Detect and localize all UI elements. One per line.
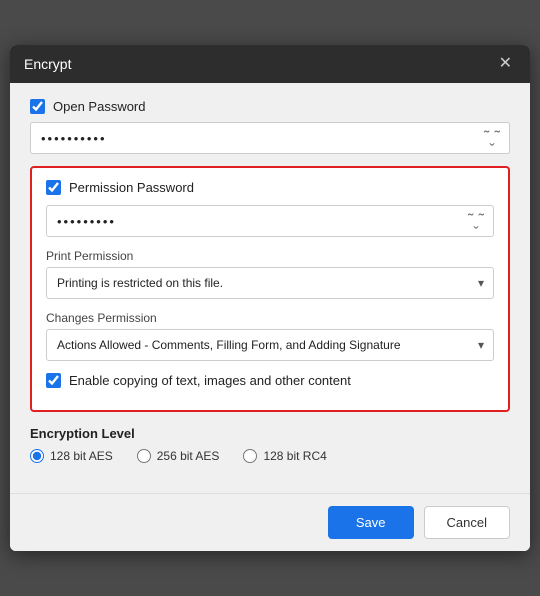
dialog-title: Encrypt [24,56,71,72]
open-password-eye-icon[interactable]: ˜ˬ˜ [484,129,500,147]
encryption-128rc4-radio[interactable] [243,449,257,463]
permission-password-input[interactable] [46,205,494,237]
save-button[interactable]: Save [328,506,414,539]
copy-text-checkbox-label[interactable]: Enable copying of text, images and other… [46,373,351,388]
close-button[interactable]: ✕ [495,54,516,74]
changes-permission-select[interactable]: Actions Allowed - Comments, Filling Form… [46,329,494,361]
permission-password-eye-icon[interactable]: ˜ˬ˜ [468,212,484,230]
open-password-input[interactable] [30,122,510,154]
permission-password-label: Permission Password [69,180,194,195]
print-permission-label: Print Permission [46,249,494,263]
dialog-body: Open Password ˜ˬ˜ Permission Password ˜ˬ… [10,83,530,493]
encryption-section: Encryption Level 128 bit AES 256 bit AES… [30,426,510,463]
permission-password-checkbox[interactable] [46,180,61,195]
print-permission-select-wrap: Printing is restricted on this file. All… [46,267,494,299]
permission-password-checkbox-label[interactable]: Permission Password [46,180,194,195]
copy-text-checkbox[interactable] [46,373,61,388]
encryption-128rc4-text: 128 bit RC4 [263,449,326,463]
encryption-radio-group: 128 bit AES 256 bit AES 128 bit RC4 [30,449,510,463]
changes-permission-label: Changes Permission [46,311,494,325]
encryption-128aes-radio[interactable] [30,449,44,463]
encryption-128aes-label[interactable]: 128 bit AES [30,449,113,463]
open-password-checkbox[interactable] [30,99,45,114]
copy-text-label: Enable copying of text, images and other… [69,373,351,388]
permission-password-row: Permission Password [46,180,494,195]
open-password-row: Open Password [30,99,510,114]
cancel-button[interactable]: Cancel [424,506,510,539]
permission-box: Permission Password ˜ˬ˜ Print Permission… [30,166,510,412]
print-permission-select[interactable]: Printing is restricted on this file. All… [46,267,494,299]
changes-permission-select-wrap: Actions Allowed - Comments, Filling Form… [46,329,494,361]
open-password-label: Open Password [53,99,146,114]
permission-password-field-wrap: ˜ˬ˜ [46,205,494,237]
open-password-field-wrap: ˜ˬ˜ [30,122,510,154]
encryption-title: Encryption Level [30,426,510,441]
encryption-128rc4-label[interactable]: 128 bit RC4 [243,449,326,463]
encrypt-dialog: Encrypt ✕ Open Password ˜ˬ˜ Permission P… [10,45,530,551]
title-bar: Encrypt ✕ [10,45,530,83]
dialog-footer: Save Cancel [10,493,530,551]
copy-text-row: Enable copying of text, images and other… [46,373,494,388]
encryption-256aes-label[interactable]: 256 bit AES [137,449,220,463]
encryption-128aes-text: 128 bit AES [50,449,113,463]
encryption-256aes-text: 256 bit AES [157,449,220,463]
open-password-checkbox-label[interactable]: Open Password [30,99,146,114]
encryption-256aes-radio[interactable] [137,449,151,463]
